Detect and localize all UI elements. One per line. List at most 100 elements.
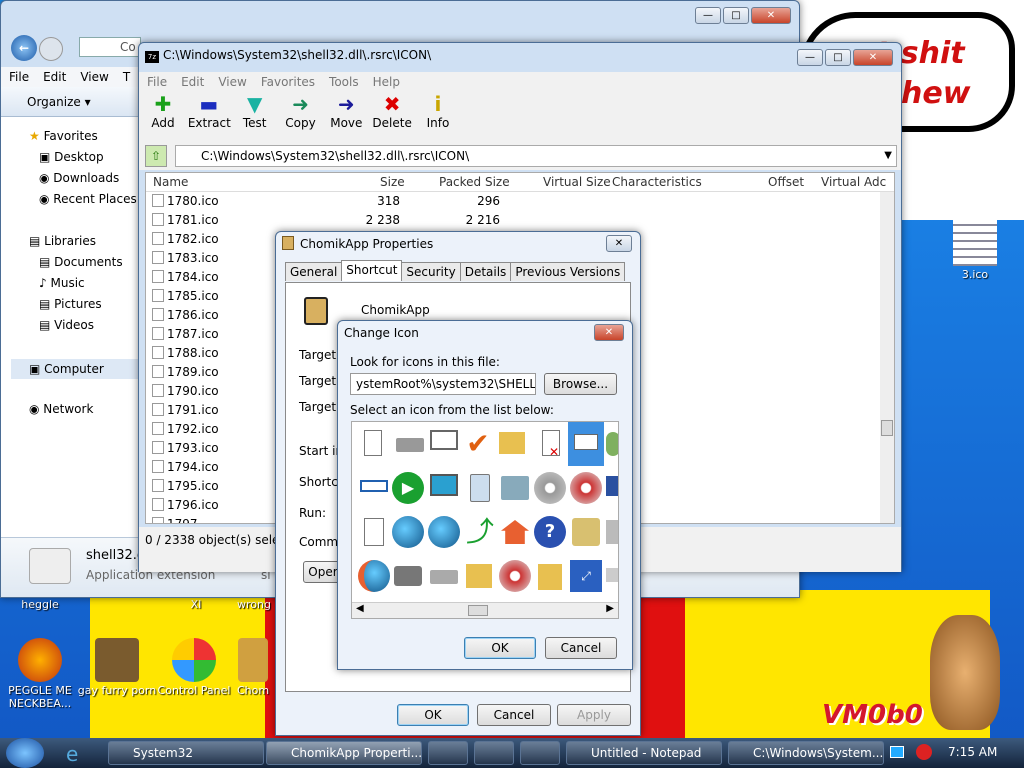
explorer-address-bar[interactable]: Co	[79, 37, 141, 57]
nav-computer[interactable]: ▣ Computer	[11, 359, 141, 379]
zip-close-button[interactable]: ✕	[853, 49, 893, 66]
menu-file[interactable]: File	[9, 67, 29, 87]
icon-disc-2[interactable]	[497, 558, 533, 594]
desktop-icon-control-panel[interactable]: Control Panel	[154, 638, 234, 697]
icon-globe[interactable]	[390, 514, 426, 550]
icon-network-folder[interactable]	[495, 426, 531, 462]
change-icon-ok-button[interactable]: OK	[464, 637, 536, 659]
zip-maximize-button[interactable]: □	[825, 49, 851, 66]
tray-network-icon[interactable]	[890, 746, 904, 758]
properties-apply-button[interactable]: Apply	[557, 704, 631, 726]
task-chrome[interactable]	[520, 741, 560, 765]
icon-monitor-partial[interactable]	[604, 470, 618, 506]
zip-menu-tools[interactable]: Tools	[329, 72, 359, 92]
icon-help-disc[interactable]	[568, 470, 604, 506]
menu-view[interactable]: View	[80, 67, 108, 87]
explorer-minimize-button[interactable]: —	[695, 7, 721, 24]
nav-favorites[interactable]: ★ Favorites	[29, 129, 98, 143]
icon-folder[interactable]	[532, 558, 568, 594]
task-chomikapp-properties[interactable]: ChomikApp Properti...	[266, 741, 422, 765]
extract-button[interactable]: ▬ Extract	[188, 92, 231, 130]
properties-ok-button[interactable]: OK	[397, 704, 469, 726]
zip-menu-view[interactable]: View	[218, 72, 246, 92]
col-name[interactable]: Name	[153, 173, 188, 192]
browse-button[interactable]: Browse...	[544, 373, 617, 395]
icon-expand[interactable]: ⤢	[568, 558, 604, 594]
col-offset[interactable]: Offset	[768, 173, 804, 192]
move-button[interactable]: ➜ Move	[325, 92, 367, 130]
tab-general[interactable]: General	[285, 262, 343, 281]
scroll-right-icon[interactable]: ▶	[606, 603, 614, 614]
icon-camera[interactable]	[390, 558, 426, 594]
icon-partial-3[interactable]	[604, 514, 618, 550]
icon-partial-4[interactable]	[604, 558, 618, 594]
desktop-icon-heggle[interactable]: heggle	[0, 598, 80, 611]
desktop-icon-peggle[interactable]: PEGGLE ME NECKBEA...	[0, 638, 80, 710]
table-row[interactable]: 1780.ico 318 296	[146, 192, 894, 211]
icon-email-selected[interactable]	[568, 422, 604, 466]
icon-network-add[interactable]	[497, 470, 533, 506]
scroll-left-icon[interactable]: ◀	[356, 603, 364, 614]
organize-button[interactable]: Organize ▾	[27, 95, 91, 109]
zip-path-input[interactable]: C:\Windows\System32\shell32.dll\.rsrc\IC…	[175, 145, 897, 167]
clock[interactable]: 7:15 AM	[948, 745, 997, 759]
icon-globe-image[interactable]	[426, 514, 462, 550]
desktop-icon-box[interactable]: gay furry porn	[77, 638, 157, 697]
change-icon-close-button[interactable]: ✕	[594, 324, 624, 341]
nav-pictures[interactable]: ▤ Pictures	[39, 297, 102, 311]
icon-warning-folder[interactable]	[462, 558, 498, 594]
nav-documents[interactable]: ▤ Documents	[39, 255, 123, 269]
table-row[interactable]: 1781.ico 2 238 2 216	[146, 211, 894, 230]
desktop-icon-3ico[interactable]: 3.ico	[935, 218, 1015, 281]
menu-tools[interactable]: T	[123, 67, 130, 87]
tab-security[interactable]: Security	[401, 262, 461, 281]
forward-button[interactable]	[39, 37, 63, 61]
test-button[interactable]: ▼ Test	[234, 92, 276, 130]
icon-file-path-input[interactable]: ystemRoot%\system32\SHELL32.dll	[350, 373, 536, 395]
properties-close-button[interactable]: ✕	[606, 235, 632, 252]
nav-music[interactable]: ♪ Music	[39, 276, 85, 290]
icon-green-arrow-up[interactable]: ⤴	[462, 514, 498, 550]
menu-edit[interactable]: Edit	[43, 67, 66, 87]
nav-recent-places[interactable]: ◉ Recent Places	[39, 192, 137, 206]
icon-documents[interactable]	[356, 514, 392, 550]
ie-quicklaunch-icon[interactable]: e	[66, 742, 78, 766]
col-virtual-address[interactable]: Virtual Adc	[821, 173, 886, 192]
icon-monitor-plug[interactable]	[356, 470, 392, 506]
change-icon-cancel-button[interactable]: Cancel	[545, 637, 617, 659]
icon-document-x[interactable]: ✕	[534, 426, 570, 462]
icon-projector-screen[interactable]	[426, 426, 462, 462]
tab-previous-versions[interactable]: Previous Versions	[510, 262, 626, 281]
icon-grid-scroll-thumb[interactable]	[468, 605, 488, 616]
zip-scroll-thumb[interactable]	[881, 420, 893, 436]
icon-document-arrow[interactable]	[356, 426, 392, 462]
up-folder-button[interactable]: ⇧	[145, 145, 167, 167]
task-media-player[interactable]	[428, 741, 468, 765]
icon-checkmark[interactable]: ✔	[460, 426, 496, 462]
zip-menu-help[interactable]: Help	[373, 72, 400, 92]
nav-downloads[interactable]: ◉ Downloads	[39, 171, 119, 185]
nav-libraries[interactable]: ▤ Libraries	[29, 234, 96, 248]
col-characteristics[interactable]: Characteristics	[612, 173, 702, 192]
tray-app-icon[interactable]	[916, 744, 932, 760]
zip-menu-favorites[interactable]: Favorites	[261, 72, 315, 92]
copy-button[interactable]: ➜ Copy	[279, 92, 321, 130]
properties-cancel-button[interactable]: Cancel	[477, 704, 551, 726]
icon-recycle-bin[interactable]	[462, 470, 498, 506]
icon-grid-scrollbar[interactable]: ◀ ▶	[352, 602, 618, 618]
col-size[interactable]: Size	[380, 173, 405, 192]
nav-desktop[interactable]: ▣ Desktop	[39, 150, 104, 164]
icon-user-partial[interactable]	[604, 426, 618, 462]
col-virtual-size[interactable]: Virtual Size	[543, 173, 611, 192]
tab-details[interactable]: Details	[459, 262, 512, 281]
icon-globe-arrow[interactable]	[356, 558, 392, 594]
tab-shortcut[interactable]: Shortcut	[341, 260, 403, 281]
task-app-2[interactable]	[474, 741, 514, 765]
icon-scanner[interactable]	[426, 558, 462, 594]
info-button[interactable]: i Info	[417, 92, 459, 130]
explorer-maximize-button[interactable]: □	[723, 7, 749, 24]
zip-menu-file[interactable]: File	[147, 72, 167, 92]
chevron-down-icon[interactable]: ▼	[884, 146, 892, 166]
icon-play[interactable]: ▶	[390, 470, 426, 506]
nav-network[interactable]: ◉ Network	[29, 402, 93, 416]
